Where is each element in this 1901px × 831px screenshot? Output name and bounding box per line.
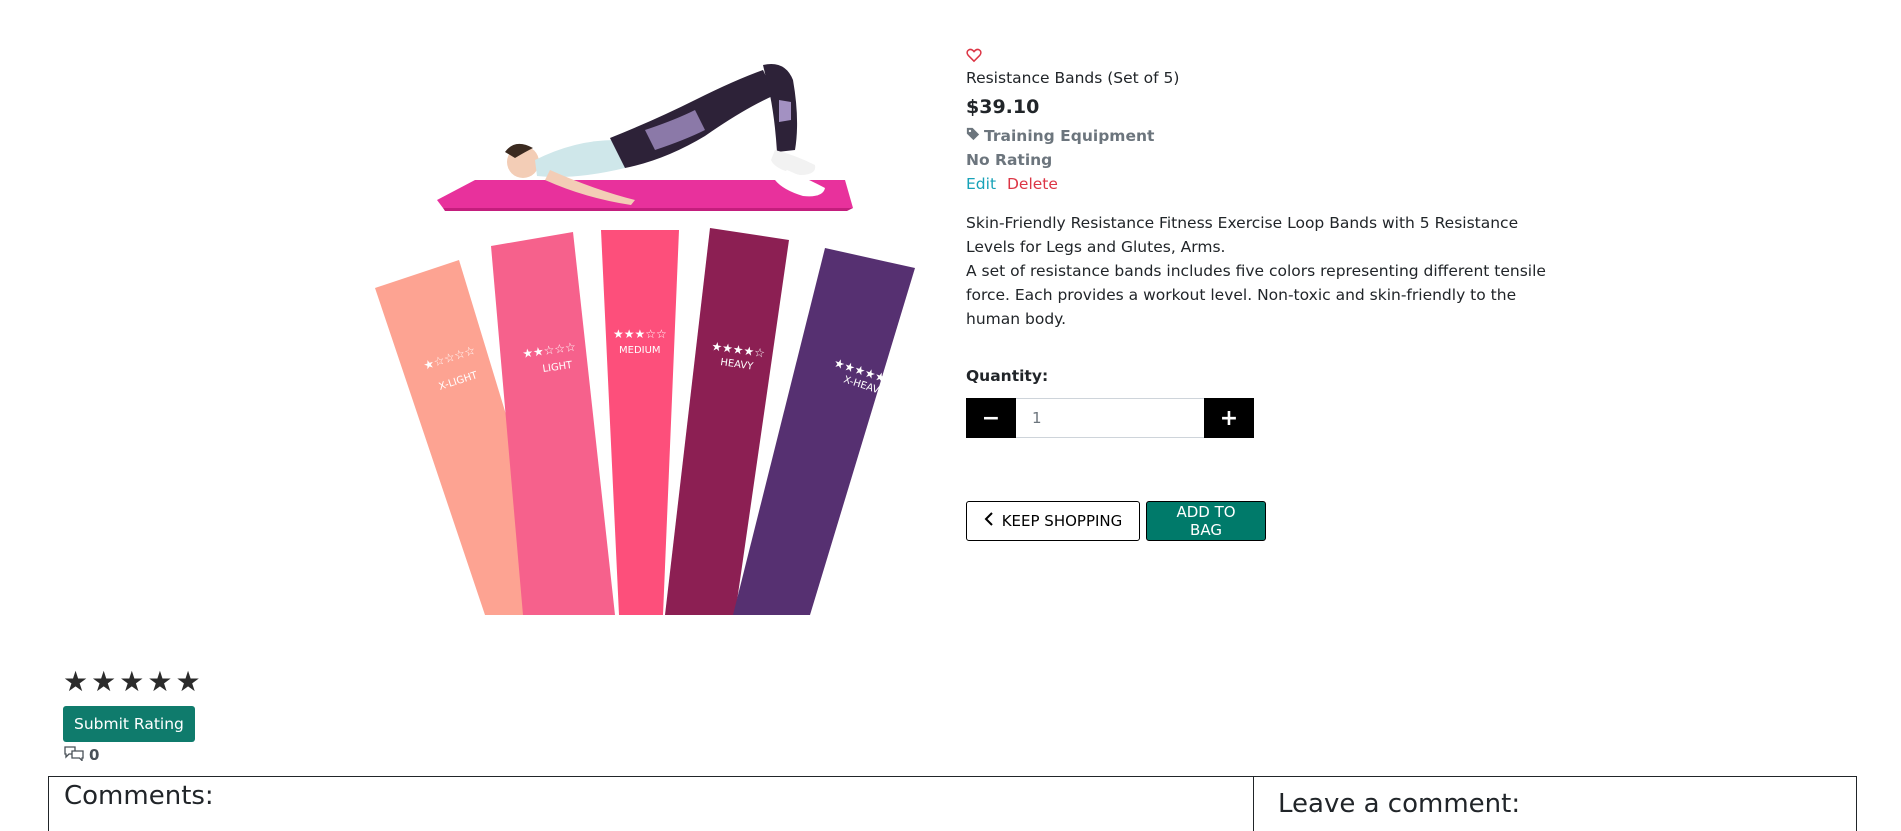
decrement-button[interactable]: −: [966, 398, 1016, 438]
product-price: $39.10: [966, 96, 1040, 118]
quantity-input[interactable]: [1016, 398, 1204, 438]
star-2-icon[interactable]: ★: [91, 668, 116, 696]
edit-link[interactable]: Edit: [966, 175, 996, 193]
product-actions: KEEP SHOPPING ADD TO BAG: [966, 501, 1566, 541]
comments-section: Comments:: [48, 776, 1254, 831]
star-3-icon[interactable]: ★: [119, 668, 144, 696]
product-image: X-LIGHT ★☆☆☆☆ LIGHT ★★☆☆☆ MEDIUM ★★★☆☆ H…: [355, 40, 935, 615]
quantity-label: Quantity:: [966, 367, 1049, 385]
add-to-bag-button[interactable]: ADD TO BAG: [1146, 501, 1266, 541]
rating-status: No Rating: [966, 151, 1053, 169]
band-medium: MEDIUM ★★★☆☆: [601, 230, 679, 615]
quantity-stepper: − +: [966, 398, 1254, 438]
leave-comment-section: Leave a comment:: [1253, 776, 1857, 831]
submit-rating-button[interactable]: Submit Rating: [63, 706, 195, 742]
comments-title: Comments:: [64, 781, 214, 811]
product-description: Skin-Friendly Resistance Fitness Exercis…: [966, 211, 1546, 331]
chevron-left-icon: [984, 512, 994, 530]
product-details: Resistance Bands (Set of 5) $39.10 Train…: [966, 47, 1566, 541]
svg-text:★★★☆☆: ★★★☆☆: [613, 327, 667, 341]
comments-icon: [63, 745, 85, 765]
description-line: Skin-Friendly Resistance Fitness Exercis…: [966, 214, 1519, 256]
leave-comment-title: Leave a comment:: [1278, 789, 1521, 819]
product-category[interactable]: Training Equipment: [966, 127, 1566, 145]
increment-button[interactable]: +: [1204, 398, 1254, 438]
star-5-icon[interactable]: ★: [175, 668, 200, 696]
tag-icon: [966, 127, 980, 145]
product-name: Resistance Bands (Set of 5): [966, 69, 1180, 87]
star-4-icon[interactable]: ★: [147, 668, 172, 696]
rating-form: ★ ★ ★ ★ ★ Submit Rating 0: [63, 668, 201, 765]
star-1-icon[interactable]: ★: [63, 668, 88, 696]
category-label: Training Equipment: [984, 127, 1155, 145]
delete-link[interactable]: Delete: [1007, 175, 1058, 193]
heart-outline-icon[interactable]: [966, 47, 984, 65]
svg-text:MEDIUM: MEDIUM: [619, 345, 661, 356]
description-line: A set of resistance bands includes five …: [966, 262, 1546, 328]
comment-count: 0: [63, 745, 201, 765]
comment-count-value: 0: [89, 746, 100, 764]
keep-shopping-button[interactable]: KEEP SHOPPING: [966, 501, 1140, 541]
keep-shopping-label: KEEP SHOPPING: [1001, 512, 1123, 530]
star-rating-input: ★ ★ ★ ★ ★: [63, 668, 201, 696]
admin-links: Edit Delete: [966, 175, 1566, 193]
